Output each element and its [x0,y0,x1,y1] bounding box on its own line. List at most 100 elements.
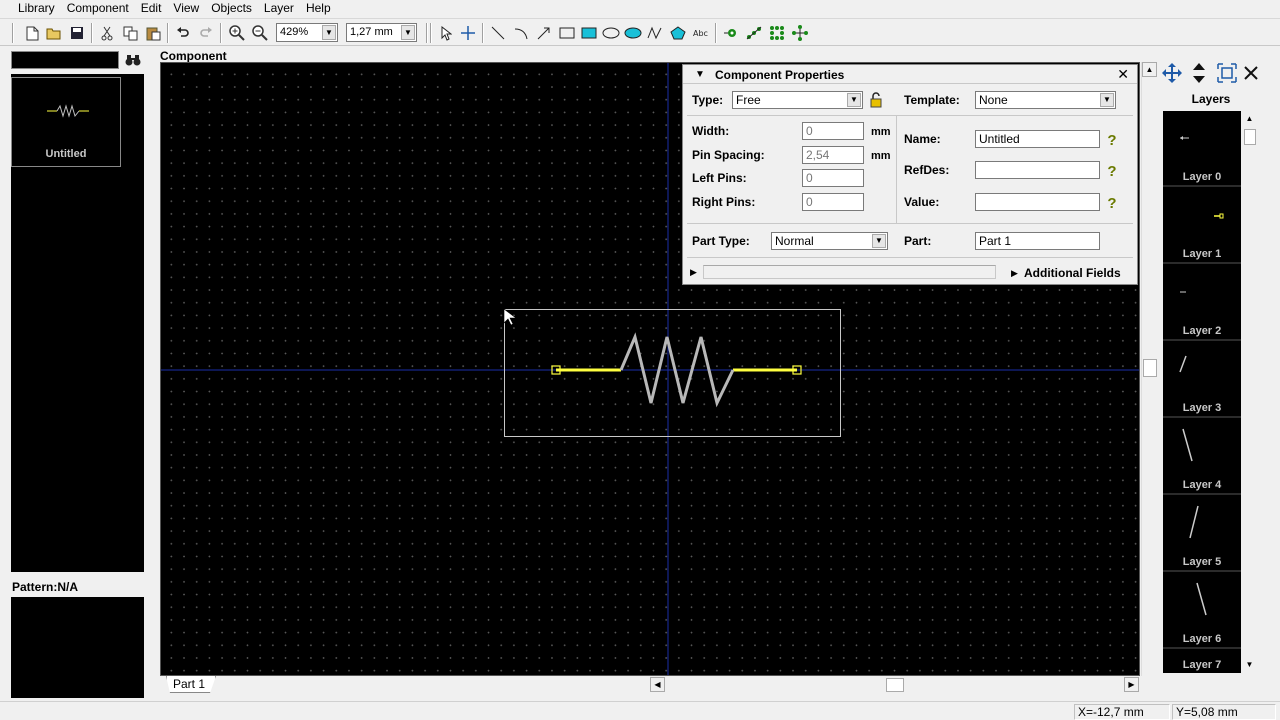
text-tool-icon[interactable]: Abc [692,24,712,42]
rectangle-tool-icon[interactable] [558,24,576,42]
menu-view[interactable]: View [167,1,205,16]
part-type-label: Part Type: [692,234,750,248]
save-icon[interactable] [68,24,86,42]
scroll-thumb[interactable] [886,678,904,692]
divider [896,116,897,223]
refdes-input[interactable] [975,161,1100,179]
name-help-icon[interactable]: ? [1105,132,1119,149]
chevron-down-icon[interactable]: ▼ [1100,93,1114,107]
open-folder-icon[interactable] [45,24,63,42]
library-item[interactable]: Untitled [11,77,121,167]
close-icon[interactable]: ✕ [1117,66,1129,83]
library-search-input[interactable] [11,51,119,69]
layer-label: Layer 5 [1182,556,1222,568]
divider [687,257,1133,258]
mouse-cursor [503,308,517,326]
left-pins-input[interactable]: 0 [802,169,864,187]
pin-grid-icon[interactable] [768,24,786,42]
type-select[interactable]: Free ▼ [732,91,863,109]
expand-triangle-icon[interactable]: ▶ [1011,268,1018,279]
toolbar-separator [715,23,717,43]
menu-component[interactable]: Component [61,1,135,16]
filled-rectangle-tool-icon[interactable] [580,24,598,42]
layer-1-preview [1214,213,1224,219]
paste-icon[interactable] [144,24,162,42]
zoom-value: 429% [280,26,309,38]
chevron-down-icon[interactable]: ▼ [872,234,886,248]
move-icon[interactable] [1161,62,1183,84]
pin-row-icon[interactable] [745,24,763,42]
scroll-right-arrow-icon[interactable]: ▶ [1124,677,1139,692]
pin-spacing-input[interactable]: 2,54 [802,146,864,164]
flip-vertical-icon[interactable] [1188,62,1210,84]
layer-item[interactable]: Layer 2 [1163,265,1241,341]
scroll-up-arrow-icon[interactable]: ▲ [1142,62,1157,77]
undo-icon[interactable] [174,24,192,42]
scroll-down-arrow-icon[interactable]: ▼ [1242,657,1257,672]
chevron-down-icon[interactable]: ▼ [322,25,336,40]
layers-scrollbar[interactable]: ▲ ▼ [1242,111,1258,673]
pin-cross-icon[interactable] [791,24,809,42]
canvas-vertical-scrollbar[interactable]: ▲ [1141,62,1157,676]
scroll-thumb[interactable] [1244,129,1256,145]
tab-part-1[interactable]: Part 1 [166,676,217,693]
layer-item[interactable]: Layer 4 [1163,419,1241,495]
grid-select[interactable]: 1,27 mm ▼ [346,23,417,42]
refdes-help-icon[interactable]: ? [1105,163,1119,180]
arc-tool-icon[interactable] [512,24,530,42]
part-type-select[interactable]: Normal ▼ [771,232,888,250]
layer-item[interactable]: Layer 0 [1163,111,1241,187]
chevron-down-icon[interactable]: ▼ [847,93,861,107]
layers-list[interactable]: Layer 0 Layer 1 Layer 2 Layer 3 Layer 4 … [1163,111,1241,673]
layer-item[interactable]: Layer 7 [1163,650,1241,673]
collapse-triangle-icon[interactable]: ▼ [695,69,705,80]
toolbar-separator [430,23,432,43]
copy-icon[interactable] [121,24,139,42]
zoom-select[interactable]: 429% ▼ [276,23,338,42]
expand-triangle-icon[interactable]: ▶ [690,267,697,278]
template-select[interactable]: None ▼ [975,91,1116,109]
ellipse-tool-icon[interactable] [602,24,620,42]
select-pointer-icon[interactable] [437,24,455,42]
cut-icon[interactable] [98,24,116,42]
scroll-thumb[interactable] [1143,359,1157,377]
name-input[interactable]: Untitled [975,130,1100,148]
canvas-tools [1160,62,1280,86]
scroll-up-arrow-icon[interactable]: ▲ [1242,111,1257,126]
menu-help[interactable]: Help [300,1,337,16]
polyline-tool-icon[interactable] [646,24,664,42]
close-icon[interactable] [1240,62,1262,84]
menu-edit[interactable]: Edit [135,1,168,16]
chevron-down-icon[interactable]: ▼ [401,25,415,40]
menu-layer[interactable]: Layer [258,1,300,16]
lock-icon[interactable] [869,92,883,111]
crosshair-icon[interactable] [459,24,477,42]
right-pins-input[interactable]: 0 [802,193,864,211]
canvas-horizontal-scrollbar[interactable]: ◀ ▶ [650,677,1141,693]
zoom-in-icon[interactable] [228,24,246,42]
layer-item[interactable]: Layer 1 [1163,188,1241,264]
scroll-left-arrow-icon[interactable]: ◀ [650,677,665,692]
value-input[interactable] [975,193,1100,211]
width-input[interactable]: 0 [802,122,864,140]
menu-library[interactable]: Library [12,1,61,16]
splitter-bar[interactable] [703,265,996,279]
layer-item[interactable]: Layer 5 [1163,496,1241,572]
binoculars-search-icon[interactable] [124,51,142,69]
redo-icon[interactable] [197,24,215,42]
layer-item[interactable]: Layer 3 [1163,342,1241,418]
layer-item[interactable]: Layer 6 [1163,573,1241,649]
line-tool-icon[interactable] [489,24,507,42]
part-input[interactable]: Part 1 [975,232,1100,250]
add-pin-icon[interactable] [722,24,740,42]
polygon-tool-icon[interactable] [669,24,687,42]
value-help-icon[interactable]: ? [1105,195,1119,212]
arrow-tool-icon[interactable] [535,24,553,42]
layer-label: Layer 3 [1182,402,1222,414]
fit-view-icon[interactable] [1216,62,1238,84]
menu-objects[interactable]: Objects [205,1,258,16]
filled-ellipse-tool-icon[interactable] [624,24,642,42]
additional-fields-toggle[interactable]: Additional Fields [1024,266,1121,280]
new-file-icon[interactable] [23,24,41,42]
zoom-out-icon[interactable] [251,24,269,42]
